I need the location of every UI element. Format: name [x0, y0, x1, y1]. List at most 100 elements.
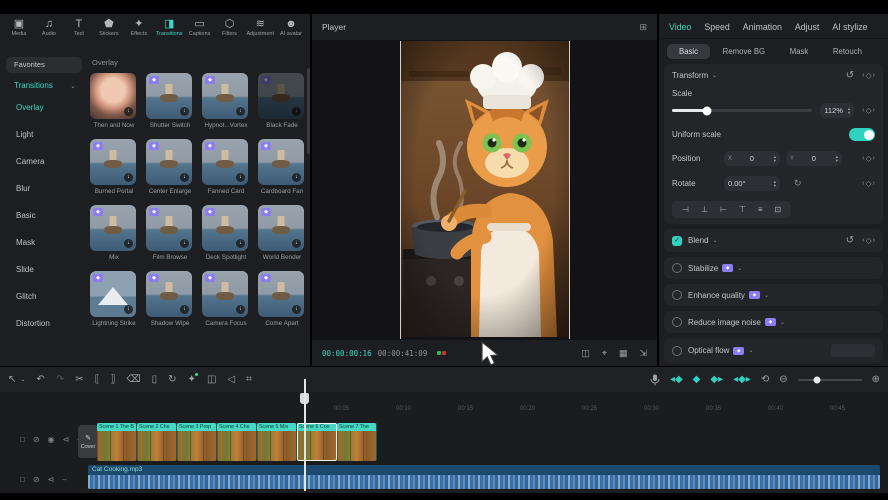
quality-icon[interactable]: ▦ — [619, 348, 628, 359]
timeline-ruler[interactable]: 00:05 00:10 00:15 00:20 00:25 00:30 00:3… — [0, 392, 888, 420]
clip-scene-1[interactable]: Scene 1 The B — [97, 423, 137, 461]
toolbar-filters[interactable]: ⬡ Filters — [217, 18, 243, 48]
video-frame[interactable] — [400, 41, 570, 339]
subtab-basic[interactable]: Basic — [667, 44, 710, 59]
transition-item[interactable]: ◆↓ Camera Focus — [202, 271, 250, 327]
audio-track-clip[interactable]: Cat Cooking.mp3 — [88, 465, 880, 489]
select-tool-icon[interactable]: ↖ — [8, 374, 16, 385]
clip-scene-2[interactable]: Scene 2 Cho — [137, 423, 177, 461]
tab-adjust[interactable]: Adjust — [795, 22, 819, 32]
transition-item[interactable]: ◆↓ Hypnot...Vortex — [202, 73, 250, 129]
position-x-stepper[interactable]: ▴▾ — [774, 155, 776, 163]
align-right-icon[interactable]: ⊢ — [720, 205, 727, 214]
subtab-retouch[interactable]: Retouch — [821, 44, 874, 59]
sidebar-item-favorites[interactable]: Favorites — [6, 57, 82, 73]
marker-icon[interactable]: ◆ — [693, 374, 701, 385]
chevron-down-icon[interactable]: ⌄ — [748, 347, 753, 354]
chevron-down-icon[interactable]: ⌄ — [737, 265, 742, 272]
chevron-down-icon[interactable]: ⌄ — [20, 376, 25, 383]
marker-out-icon[interactable]: ◆▸ — [710, 374, 723, 385]
fullscreen-icon[interactable]: ⇲ — [639, 348, 647, 359]
optical-flow-checkbox[interactable] — [672, 346, 682, 356]
toolbar-stickers[interactable]: ⬟ Stickers — [96, 18, 122, 48]
track-mute-icon[interactable]: ⊲ — [63, 435, 70, 444]
track-handle-icon[interactable]: ‒ — [62, 475, 66, 484]
trim-left-icon[interactable]: ⟦ — [95, 374, 100, 385]
zoom-in-icon[interactable]: ⊕ — [872, 374, 880, 385]
sidebar-item-camera[interactable]: Camera — [6, 148, 82, 175]
mirror-icon[interactable]: ◫ — [207, 374, 216, 385]
position-y-field[interactable]: Y 0 ▴▾ — [786, 151, 842, 166]
volume-icon[interactable]: ◁ — [227, 374, 235, 385]
smart-cut-icon[interactable]: ✦ — [188, 374, 196, 385]
tab-ai-stylize[interactable]: AI stylize — [832, 22, 867, 32]
track-lock-icon[interactable]: ⊘ — [33, 435, 40, 444]
transition-item[interactable]: ◆↓ Cardboard Fan — [258, 139, 306, 195]
blend-keyframe[interactable]: ‹◇› — [862, 236, 875, 245]
position-keyframe[interactable]: ‹◇› — [862, 154, 875, 163]
sidebar-item-slide[interactable]: Slide — [6, 256, 82, 283]
subtab-remove-bg[interactable]: Remove BG — [711, 44, 777, 59]
toolbar-audio[interactable]: ♫ Audio — [36, 18, 62, 48]
subtab-mask[interactable]: Mask — [778, 44, 821, 59]
align-bottom-icon[interactable]: ⊥ — [701, 205, 708, 214]
reset-icon[interactable]: ↺ — [846, 235, 854, 246]
transition-item[interactable]: ◆↓ Black Fade — [258, 73, 306, 129]
rotate-stepper[interactable]: ▴▾ — [774, 180, 776, 188]
toolbar-ai-avatar[interactable]: ☻ AI avatar — [278, 18, 304, 48]
chevron-down-icon[interactable]: ⌄ — [712, 237, 717, 244]
stabilize-checkbox[interactable] — [672, 263, 682, 273]
reset-icon[interactable]: ↺ — [846, 70, 854, 81]
transition-item[interactable]: ◆↓ Lightning Strike — [90, 271, 138, 327]
track-eye-icon[interactable]: ◉ — [48, 435, 55, 444]
transition-item[interactable]: ◆↓ Shadow Wipe — [146, 271, 194, 327]
crop-icon[interactable]: ⌗ — [246, 374, 252, 385]
player-layout-icon[interactable]: ⊞ — [639, 22, 647, 33]
sidebar-item-mask[interactable]: Mask — [6, 229, 82, 256]
toolbar-adjustment[interactable]: ≋ Adjustment — [246, 18, 274, 48]
clip-scene-4[interactable]: Scene 4 Cho — [217, 423, 257, 461]
keyframe-control[interactable]: ‹◇› — [862, 71, 875, 80]
rotate-dial-icon[interactable]: ↻ — [794, 178, 802, 189]
clip-scene-6-selected[interactable]: Scene 6 Coo — [297, 423, 337, 461]
align-center-h-icon[interactable]: ≡ — [758, 205, 763, 214]
aspect-ratio-icon[interactable]: ◫ — [581, 348, 590, 359]
transition-item[interactable]: ◆↓ Center Enlarge — [146, 139, 194, 195]
blend-checkbox[interactable]: ✓ — [672, 236, 682, 246]
rotate-keyframe[interactable]: ‹◇› — [862, 179, 875, 188]
track-mute-icon[interactable]: ⊲ — [48, 475, 55, 484]
preview-canvas[interactable] — [312, 40, 657, 340]
uniform-scale-toggle[interactable] — [849, 128, 875, 141]
toolbar-captions[interactable]: ▭ Captions — [187, 18, 213, 48]
track-frame-icon[interactable]: □ — [20, 435, 25, 444]
tab-speed[interactable]: Speed — [704, 22, 729, 32]
transition-item[interactable]: ◆↓ Shutter Switch — [146, 73, 194, 129]
transition-item[interactable]: ◆↓ Mix — [90, 205, 138, 261]
clip-scene-7[interactable]: Scene 7 The — [337, 423, 377, 461]
sidebar-item-light[interactable]: Light — [6, 121, 82, 148]
timeline-zoom-slider[interactable] — [798, 379, 862, 381]
sidebar-item-blur[interactable]: Blur — [6, 175, 82, 202]
chevron-down-icon[interactable]: ⌄ — [712, 72, 717, 79]
toolbar-text[interactable]: T Text — [66, 18, 92, 48]
toolbar-effects[interactable]: ✦ Effects — [126, 18, 152, 48]
redo-icon[interactable]: ↷ — [56, 374, 64, 385]
microphone-icon[interactable] — [650, 374, 660, 386]
track-lock-icon[interactable]: ⊘ — [33, 475, 40, 484]
scale-keyframe[interactable]: ‹◇› — [862, 106, 875, 115]
delete-icon[interactable]: ⌫ — [127, 374, 141, 385]
transition-item[interactable]: ◆↓ Fanned Card — [202, 139, 250, 195]
scale-slider[interactable] — [672, 109, 812, 112]
sidebar-item-basic[interactable]: Basic — [6, 202, 82, 229]
scale-stepper[interactable]: ▴▾ — [848, 107, 850, 115]
transition-item[interactable]: ◆↓ World Bender — [258, 205, 306, 261]
focus-icon[interactable]: ⌖ — [602, 348, 607, 359]
align-center-v-icon[interactable]: ⊡ — [775, 205, 782, 214]
transition-item[interactable]: ↓ Then and Now — [90, 73, 138, 129]
clip-scene-3[interactable]: Scene 3 Prep — [177, 423, 217, 461]
preview-axis-icon[interactable]: ⟲ — [761, 374, 769, 385]
split-icon[interactable]: ✂ — [75, 374, 83, 385]
tab-video[interactable]: Video — [669, 22, 691, 32]
undo-icon[interactable]: ↶ — [36, 374, 44, 385]
track-frame-icon[interactable]: □ — [20, 475, 25, 484]
